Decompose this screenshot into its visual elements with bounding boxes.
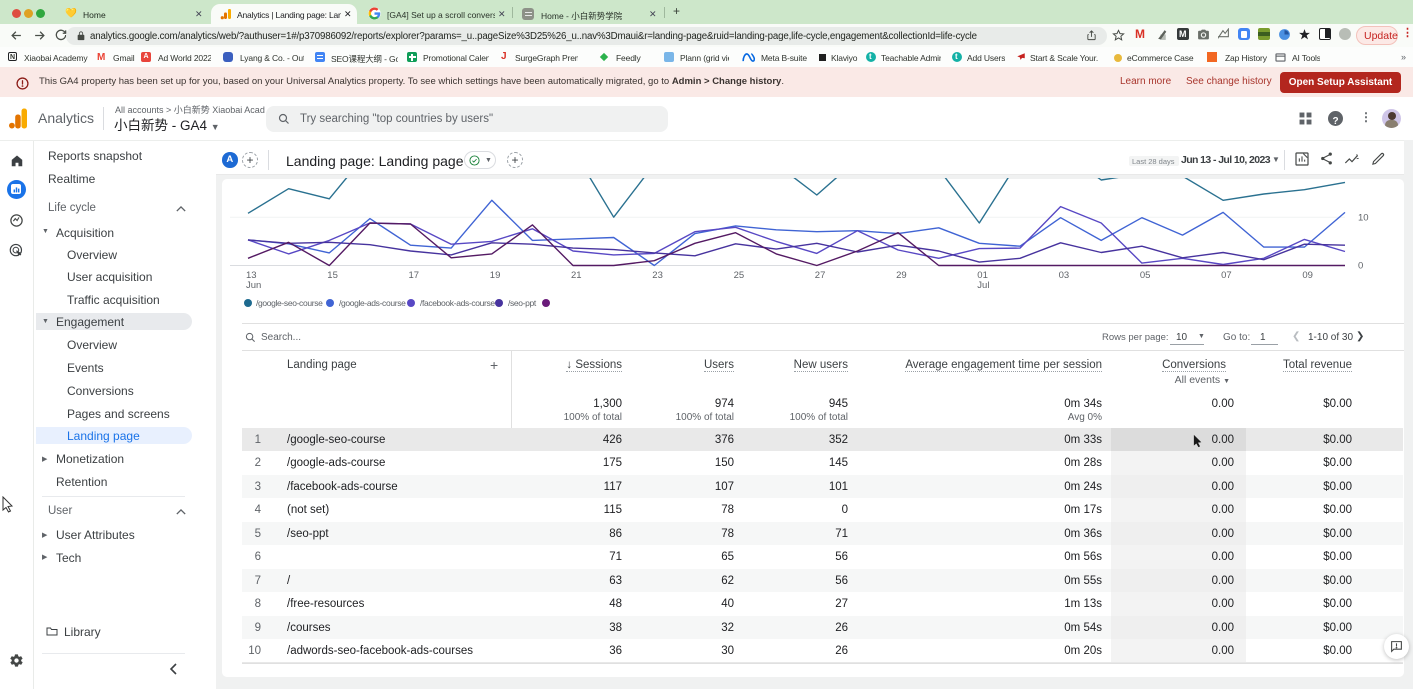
svg-text:10: 10 xyxy=(1358,213,1369,224)
